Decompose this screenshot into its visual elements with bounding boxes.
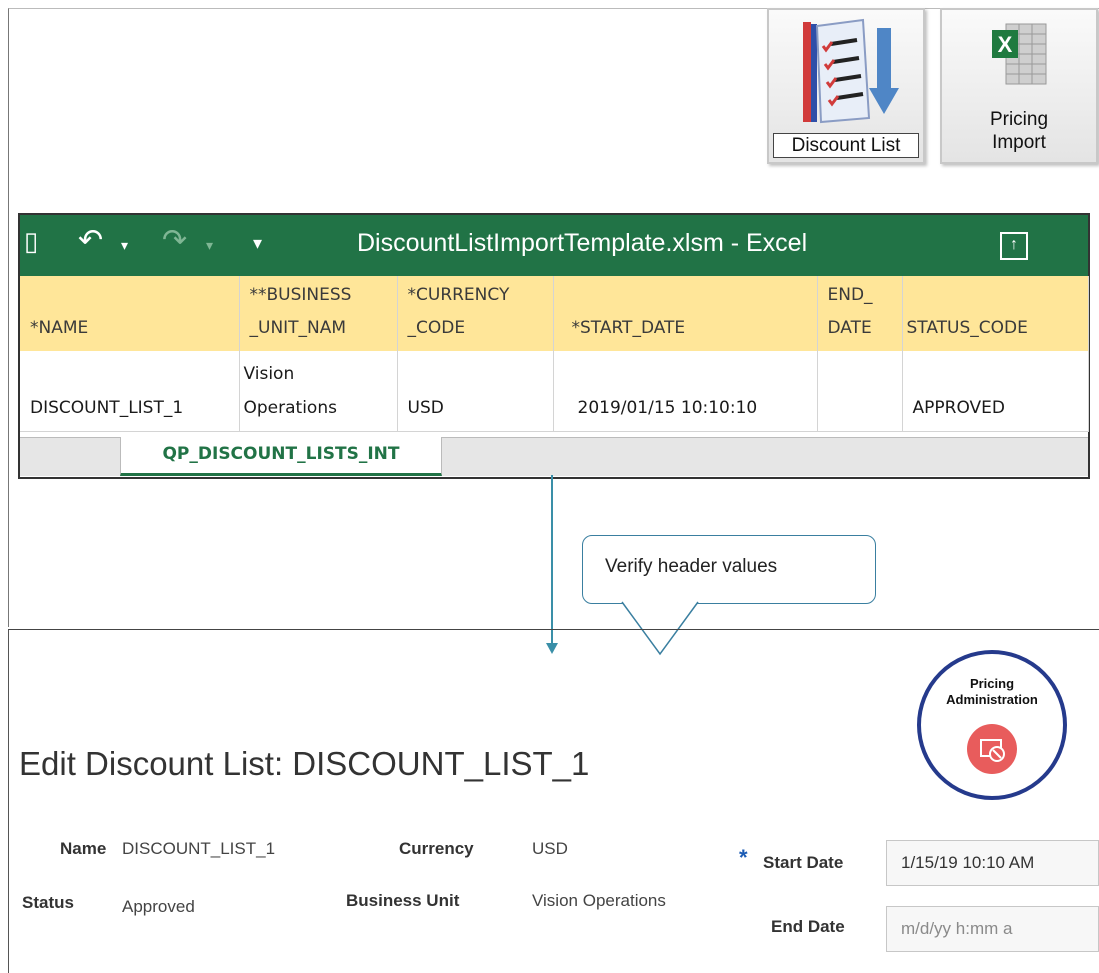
callout-text: Verify header values bbox=[605, 556, 778, 577]
customize-icon[interactable]: ▾ bbox=[253, 233, 262, 254]
required-marker: * bbox=[739, 845, 748, 870]
header-row: *NAME **BUSINESS _UNIT_NAM *CURRENCY _CODE… bbox=[20, 276, 1089, 351]
status-label: Status bbox=[22, 893, 74, 912]
cell-line2: 2019/01/15 10:10:10 bbox=[577, 398, 758, 418]
badge-label-line2: Administration bbox=[946, 692, 1038, 707]
header-line2: _UNIT_NAM bbox=[249, 318, 347, 338]
header-line2: *START_DATE bbox=[571, 318, 686, 338]
business-unit-label: Business Unit bbox=[346, 891, 460, 910]
ribbon-display-icon[interactable]: ↑ bbox=[1000, 232, 1028, 260]
pricing-import-tile[interactable]: X Pricing Import bbox=[940, 8, 1098, 164]
currency-value: USD bbox=[532, 839, 568, 858]
data-cell[interactable] bbox=[817, 351, 903, 432]
excel-window-title: DiscountListImportTemplate.xlsm - Excel bbox=[357, 229, 808, 257]
undo-icon[interactable]: ↶ bbox=[78, 223, 103, 258]
excel-file-icon: X bbox=[992, 23, 1047, 85]
page-title: Edit Discount List: DISCOUNT_LIST_1 bbox=[19, 745, 590, 782]
cell-line2: Operations bbox=[243, 398, 337, 418]
header-line2: DATE bbox=[827, 318, 872, 338]
excel-window: ▯ ↶ ▾ ↷ ▾ ▾ DiscountListImportTemplate.x… bbox=[18, 213, 1090, 479]
svg-text:X: X bbox=[998, 32, 1013, 57]
pricing-administration-badge: Pricing Administration bbox=[917, 650, 1067, 800]
header-cell[interactable]: *CURRENCY _CODE bbox=[397, 276, 554, 351]
end-date-input[interactable]: m/d/yy h:mm a bbox=[886, 906, 1099, 952]
header-cell[interactable]: END_ DATE bbox=[817, 276, 903, 351]
data-cell[interactable]: 2019/01/15 10:10:10 bbox=[553, 351, 818, 432]
excel-title-bar: ▯ ↶ ▾ ↷ ▾ ▾ DiscountListImportTemplate.x… bbox=[20, 215, 1088, 276]
sheet-tab-bar: QP_DISCOUNT_LISTS_INT bbox=[20, 437, 1088, 476]
pricing-import-label-line2: Import bbox=[992, 132, 1046, 153]
discount-list-tile[interactable]: Discount List bbox=[767, 8, 925, 164]
redo-icon: ↷ bbox=[162, 224, 188, 257]
data-cell[interactable]: USD bbox=[397, 351, 554, 432]
data-cell[interactable]: Vision Operations bbox=[239, 351, 398, 432]
data-row: DISCOUNT_LIST_1 Vision Operations USD 201… bbox=[20, 351, 1089, 432]
redo-dropdown-icon: ▾ bbox=[206, 237, 214, 253]
checklist-icon bbox=[803, 18, 899, 124]
discount-list-label: Discount List bbox=[773, 133, 919, 158]
header-cell[interactable]: **BUSINESS _UNIT_NAM bbox=[239, 276, 398, 351]
cell-line2: APPROVED bbox=[912, 398, 1006, 418]
cell-line2: USD bbox=[407, 398, 444, 418]
callout-bubble: Verify header values bbox=[582, 535, 876, 604]
data-cell[interactable]: DISCOUNT_LIST_1 bbox=[20, 351, 240, 432]
start-date-input[interactable]: 1/15/19 10:10 AM bbox=[886, 840, 1099, 886]
pricing-import-label-line1: Pricing bbox=[989, 109, 1049, 130]
excel-grid: *NAME **BUSINESS _UNIT_NAM *CURRENCY _CODE… bbox=[20, 276, 1089, 432]
header-line2: STATUS_CODE bbox=[906, 318, 1028, 338]
business-unit-value: Vision Operations bbox=[532, 891, 666, 910]
name-value: DISCOUNT_LIST_1 bbox=[122, 839, 276, 858]
header-line2: *NAME bbox=[30, 318, 89, 338]
header-cell[interactable]: STATUS_CODE bbox=[902, 276, 1089, 351]
badge-label: Pricing Administration bbox=[921, 676, 1063, 708]
badge-label-line1: Pricing bbox=[969, 676, 1015, 691]
start-date-label: Start Date bbox=[763, 853, 844, 872]
sheet-tab-qp-discount-lists-int[interactable]: QP_DISCOUNT_LISTS_INT bbox=[120, 437, 442, 476]
header-cell[interactable]: *START_DATE bbox=[553, 276, 818, 351]
end-date-label: End Date bbox=[771, 917, 845, 936]
header-line1: **BUSINESS bbox=[249, 285, 352, 305]
cell-line2: DISCOUNT_LIST_1 bbox=[30, 398, 184, 418]
undo-dropdown-icon[interactable]: ▾ bbox=[121, 237, 128, 254]
connector-line bbox=[551, 475, 553, 645]
header-line1: *CURRENCY bbox=[407, 285, 510, 305]
cell-line1: Vision bbox=[243, 364, 295, 384]
pricing-admin-icon bbox=[967, 724, 1017, 774]
save-icon[interactable]: ▯ bbox=[24, 226, 38, 257]
data-cell[interactable]: APPROVED bbox=[902, 351, 1089, 432]
header-line2: _CODE bbox=[407, 318, 466, 338]
header-line1: END_ bbox=[827, 285, 873, 305]
header-cell[interactable]: *NAME bbox=[20, 276, 240, 351]
pricing-import-label: Pricing Import bbox=[942, 108, 1096, 154]
name-label: Name bbox=[60, 839, 107, 858]
status-value: Approved bbox=[122, 897, 195, 916]
currency-label: Currency bbox=[399, 839, 474, 858]
